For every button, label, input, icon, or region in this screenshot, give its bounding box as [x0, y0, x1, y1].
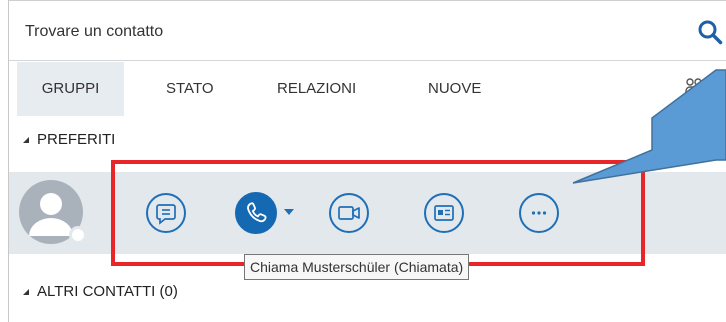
tab-new[interactable]: NUOVE: [416, 62, 493, 116]
tab-groups[interactable]: GRUPPI: [17, 62, 124, 116]
call-button[interactable]: [235, 192, 277, 234]
tab-relations[interactable]: RELAZIONI: [265, 62, 368, 116]
video-call-button[interactable]: [329, 193, 369, 233]
more-options-button[interactable]: [519, 193, 559, 233]
presence-status-icon: [69, 226, 87, 244]
search-icon[interactable]: [697, 19, 723, 45]
collapse-caret-icon: [23, 137, 29, 144]
contact-card-button[interactable]: [424, 193, 464, 233]
search-input[interactable]: [25, 15, 665, 49]
call-options-dropdown[interactable]: [284, 209, 294, 215]
more-options-icon: [531, 211, 547, 215]
collapse-caret-icon: [23, 289, 29, 296]
tab-status[interactable]: STATO: [154, 62, 226, 116]
contact-row[interactable]: [9, 172, 726, 254]
contact-tabs: GRUPPI STATO RELAZIONI NUOVE: [9, 62, 726, 116]
chat-icon: [156, 204, 176, 225]
add-group-icon[interactable]: [683, 76, 713, 102]
contact-card-icon: [434, 205, 454, 221]
search-bar: [9, 0, 726, 61]
group-favorites[interactable]: PREFERITI: [9, 120, 115, 160]
group-favorites-label: PREFERITI: [37, 131, 116, 148]
video-camera-icon: [338, 206, 360, 220]
call-tooltip: Chiama Musterschüler (Chiamata): [244, 254, 470, 280]
group-other-contacts[interactable]: ALTRI CONTATTI (0): [9, 272, 178, 312]
phone-icon: [247, 202, 267, 223]
group-other-contacts-label: ALTRI CONTATTI (0): [37, 283, 178, 300]
send-message-button[interactable]: [146, 193, 186, 233]
